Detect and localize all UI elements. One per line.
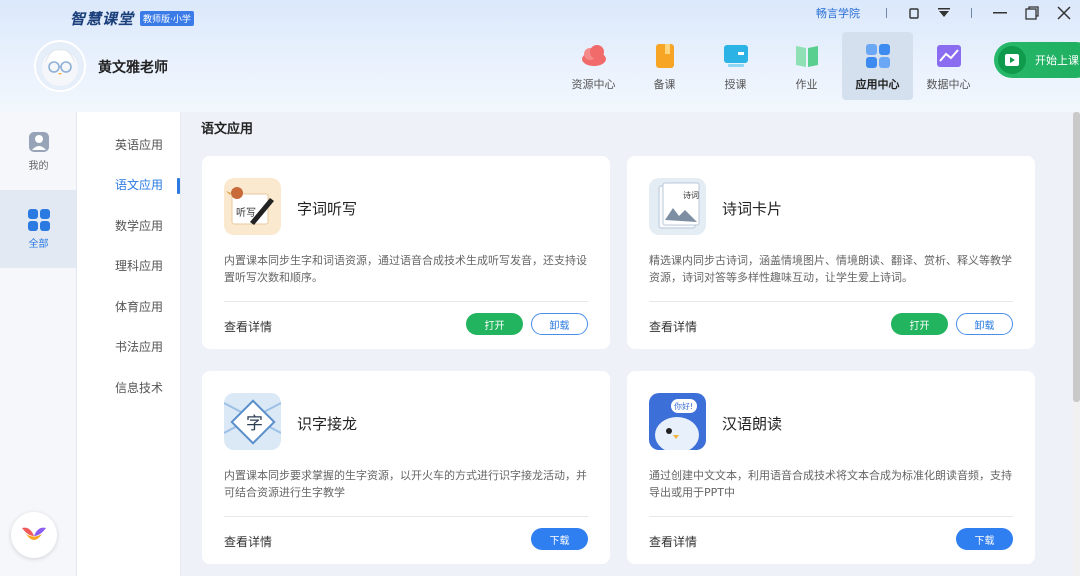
app-card: 你好! 汉语朗读 通过创建中文文本，利用语音合成技术将文本合成为标准化朗读音频，…: [627, 371, 1035, 564]
rail-all[interactable]: 全部: [0, 190, 77, 268]
open-button[interactable]: 打开: [891, 313, 948, 335]
window-controls: 畅言学院: [816, 0, 1080, 26]
screen-icon: [723, 45, 748, 67]
main-content: 语文应用 听写 字词听写 内置课本同步生字和词语资源，通过语音合成技术生成听写发…: [181, 112, 1080, 576]
view-details-link[interactable]: 查看详情: [649, 533, 697, 550]
card-description: 通过创建中文文本，利用语音合成技术将文本合成为标准化朗读音频，支持导出或用于PP…: [649, 469, 1012, 499]
card-title: 汉语朗读: [722, 415, 783, 433]
section-title: 语文应用: [201, 122, 254, 137]
start-class-button[interactable]: 开始上课: [994, 42, 1080, 78]
nav-label: 授课: [724, 78, 747, 91]
cloud-icon: [581, 45, 606, 66]
category-chinese[interactable]: 语文应用: [77, 165, 180, 206]
book-icon: [655, 44, 674, 68]
edition-badge: 教师版·小学: [140, 11, 194, 26]
category-list: 英语应用 语文应用 数学应用 理科应用 体育应用 书法应用 信息技术: [77, 112, 181, 576]
uninstall-button[interactable]: 卸载: [531, 313, 588, 335]
divider: [224, 301, 588, 302]
card-title: 字词听写: [297, 200, 358, 218]
chinese-reading-app-icon: 你好!: [649, 393, 706, 450]
start-class-label: 开始上课: [1035, 54, 1079, 67]
category-math[interactable]: 数学应用: [77, 205, 180, 246]
apps-grid-icon: [865, 44, 890, 68]
divider: [224, 516, 588, 517]
icon-caption: 字: [246, 414, 263, 434]
nav-label: 资源中心: [571, 78, 616, 91]
dropdown-menu-icon[interactable]: [934, 3, 954, 23]
app-logo: 智慧课堂 教师版·小学: [70, 8, 194, 29]
poem-card-app-icon: 诗词: [649, 178, 706, 235]
chart-icon: [936, 45, 961, 67]
header: 智慧课堂 教师版·小学 畅言学院 黄文雅老师 资源中心 备课 授课 作业 应用中…: [0, 0, 1080, 112]
play-icon: [998, 46, 1026, 74]
nav-label: 应用中心: [855, 78, 900, 91]
maximize-icon[interactable]: [1016, 0, 1048, 26]
bird-logo-icon: [22, 527, 46, 540]
download-button[interactable]: 下载: [531, 528, 588, 550]
notebook-icon: [795, 46, 818, 67]
minimize-icon[interactable]: [984, 0, 1016, 26]
card-description: 精选课内同步古诗词，涵盖情境图片、情境朗读、翻译、赏析、释义等教学资源，诗词对答…: [649, 254, 1012, 284]
scrollbar-thumb[interactable]: [1073, 112, 1080, 402]
category-calligraphy[interactable]: 书法应用: [77, 327, 180, 368]
avatar[interactable]: [34, 40, 86, 92]
nav-homework[interactable]: 作业: [771, 32, 842, 100]
nav-app-center[interactable]: 应用中心: [842, 32, 913, 100]
card-description: 内置课本同步生字和词语资源，通过语音合成技术生成听写发音，还支持设置听写次数和顺…: [224, 254, 587, 284]
nav-label: 数据中心: [926, 78, 971, 91]
logo-text: 智慧课堂: [70, 10, 135, 28]
icon-caption: 听写: [236, 207, 256, 219]
divider: [649, 516, 1013, 517]
category-pe[interactable]: 体育应用: [77, 286, 180, 327]
open-button[interactable]: 打开: [466, 313, 523, 335]
app-card: 诗词 诗词卡片 精选课内同步古诗词，涵盖情境图片、情境朗读、翻译、赏析、释义等教…: [627, 156, 1035, 349]
category-science[interactable]: 理科应用: [77, 246, 180, 287]
view-details-link[interactable]: 查看详情: [224, 533, 272, 550]
dictation-app-icon: 听写: [224, 178, 281, 235]
rail-all-label: 全部: [28, 238, 49, 250]
card-description: 内置课本同步要求掌握的生字资源，以开火车的方式进行识字接龙活动，并可结合资源进行…: [224, 469, 587, 499]
assistant-bird-button[interactable]: [11, 512, 57, 558]
teacher-name: 黄文雅老师: [98, 60, 168, 76]
nav-label: 备课: [653, 78, 676, 91]
divider: [649, 301, 1013, 302]
category-english[interactable]: 英语应用: [77, 124, 180, 165]
nav-resource-center[interactable]: 资源中心: [558, 32, 629, 100]
divider: [971, 8, 972, 18]
close-icon[interactable]: [1048, 0, 1080, 26]
app-card: 字 识字接龙 内置课本同步要求掌握的生字资源，以开火车的方式进行识字接龙活动，并…: [202, 371, 610, 564]
academy-link[interactable]: 畅言学院: [816, 5, 860, 21]
uninstall-button[interactable]: 卸载: [956, 313, 1013, 335]
view-details-link[interactable]: 查看详情: [649, 318, 697, 335]
nav-teaching[interactable]: 授课: [700, 32, 771, 100]
grid-icon: [27, 208, 50, 231]
char-chain-app-icon: 字: [224, 393, 281, 450]
icon-caption: 诗词: [683, 190, 699, 200]
nav-data-center[interactable]: 数据中心: [913, 32, 984, 100]
nav-lesson-prep[interactable]: 备课: [629, 32, 700, 100]
card-title: 诗词卡片: [722, 200, 783, 218]
mini-mode-icon[interactable]: [904, 3, 924, 23]
card-title: 识字接龙: [297, 415, 358, 433]
divider: [886, 8, 887, 18]
icon-caption: 你好!: [674, 401, 693, 411]
app-card: 听写 字词听写 内置课本同步生字和词语资源，通过语音合成技术生成听写发音，还支持…: [202, 156, 610, 349]
category-it[interactable]: 信息技术: [77, 367, 180, 408]
view-details-link[interactable]: 查看详情: [224, 318, 272, 335]
user-icon: [28, 131, 49, 152]
rail-mine[interactable]: 我的: [0, 112, 77, 190]
nav-label: 作业: [795, 78, 818, 91]
download-button[interactable]: 下载: [956, 528, 1013, 550]
rail-mine-label: 我的: [28, 160, 49, 172]
main-nav: 资源中心 备课 授课 作业 应用中心 数据中心: [558, 32, 984, 100]
scrollbar[interactable]: [1073, 112, 1080, 576]
left-rail: 我的 全部: [0, 112, 77, 576]
